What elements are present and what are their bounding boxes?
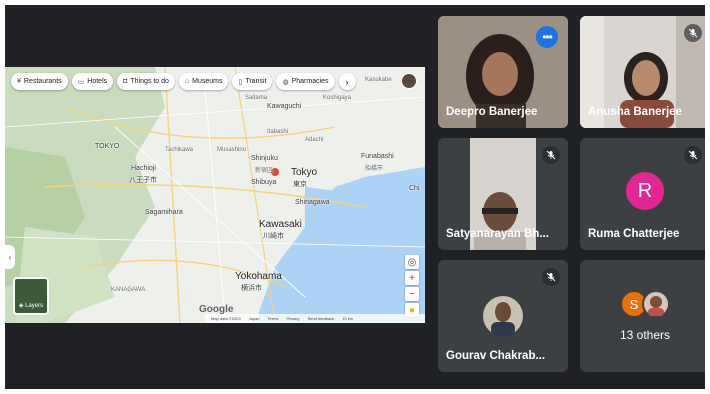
place-label: Yokohama	[235, 271, 282, 282]
zoom-controls: ◎ + − ●	[405, 255, 419, 317]
chip-transit[interactable]: ▯ Transit	[232, 73, 273, 90]
footer-link-feedback[interactable]: Send feedback	[308, 316, 335, 321]
presented-map[interactable]: ¥ Restaurants ▭ Hotels ◘ Things to do ⌂ Muse…	[5, 67, 425, 323]
place-label: Sagamihara	[145, 209, 183, 216]
map-scale: 10 km	[342, 316, 354, 321]
place-label: KANAGAWA	[111, 287, 146, 293]
participant-tile-satyanarayan[interactable]: Satyanarayan Bh...	[438, 138, 568, 250]
place-label: TOKYO	[95, 143, 120, 150]
others-count: 13 others	[619, 328, 671, 342]
mic-muted-icon	[542, 146, 560, 164]
place-label: Tachikawa	[165, 147, 194, 153]
crosshair-icon: ◎	[407, 256, 417, 268]
avatar: R	[626, 172, 664, 210]
chips-next-button[interactable]: ›	[338, 73, 356, 90]
museum-icon: ⌂	[184, 78, 190, 85]
place-label: Hachioji	[131, 165, 156, 172]
participant-tile-ruma[interactable]: R Ruma Chatterjee	[580, 138, 705, 250]
place-label: Shinjuku	[251, 155, 278, 162]
place-label: Koshigaya	[323, 95, 352, 101]
participant-tile-deepro[interactable]: ••• Deepro Banerjee	[438, 16, 568, 128]
others-tile[interactable]: S 13 others	[580, 260, 705, 372]
avatar	[642, 290, 670, 318]
map-footer: Map data ©2023 Japan Terms Privacy Send …	[205, 314, 425, 323]
more-dots-icon: •••	[542, 30, 553, 44]
map-category-chips: ¥ Restaurants ▭ Hotels ◘ Things to do ⌂ Muse…	[11, 73, 395, 91]
participant-name: Satyanarayan Bh...	[446, 228, 549, 240]
chip-museums[interactable]: ⌂ Museums	[178, 73, 229, 90]
place-label: Chi	[409, 185, 420, 192]
place-label: Adachi	[305, 137, 324, 143]
participant-name: Anusha Banerjee	[588, 106, 682, 118]
place-label: 船橋市	[365, 166, 384, 172]
map-account-avatar[interactable]	[401, 73, 417, 89]
place-label: 八王子市	[129, 177, 157, 184]
place-label: Kasukabe	[365, 77, 392, 83]
place-label: Tokyo	[291, 167, 318, 178]
more-options-button[interactable]: •••	[536, 26, 558, 48]
mic-muted-icon	[684, 24, 702, 42]
train-icon: ▯	[238, 78, 243, 86]
place-label: Shibuya	[251, 179, 277, 186]
place-label: Funabashi	[361, 153, 394, 160]
camera-icon: ◘	[123, 78, 128, 85]
layers-button[interactable]: ◈ Layers	[13, 277, 49, 315]
fork-knife-icon: ¥	[17, 78, 21, 85]
footer-link-terms[interactable]: Terms	[268, 316, 279, 321]
map-terrain	[5, 67, 425, 323]
others-avatars: S	[620, 290, 680, 320]
place-label: Saitama	[245, 95, 268, 101]
place-label: Musashino	[217, 147, 247, 153]
collapse-panel-button[interactable]: ‹	[5, 245, 15, 269]
participant-tile-anusha[interactable]: Anusha Banerjee	[580, 16, 705, 128]
chip-pharmacies[interactable]: ◍ Pharmacies	[276, 73, 335, 90]
bed-icon: ▭	[77, 78, 85, 86]
zoom-in-button[interactable]: +	[405, 271, 419, 285]
mic-muted-icon	[684, 146, 702, 164]
chip-hotels[interactable]: ▭ Hotels	[71, 73, 114, 90]
place-label: 東京	[293, 181, 307, 188]
my-location-button[interactable]: ◎	[405, 255, 419, 269]
participant-name: Ruma Chatterjee	[588, 228, 680, 240]
zoom-out-button[interactable]: −	[405, 287, 419, 301]
place-label: 川崎市	[263, 233, 284, 240]
place-label: Itabashi	[267, 129, 289, 135]
avatar	[483, 296, 523, 336]
chip-restaurants[interactable]: ¥ Restaurants	[11, 73, 68, 90]
footer-link-japan[interactable]: Japan	[249, 316, 260, 321]
place-label: Shinagawa	[295, 199, 330, 206]
place-label: 横浜市	[241, 285, 262, 292]
place-label: Kawaguchi	[267, 103, 302, 110]
footer-link-privacy[interactable]: Privacy	[286, 316, 299, 321]
pill-icon: ◍	[282, 78, 289, 86]
map-data-credit: Map data ©2023	[211, 316, 241, 321]
place-label: Kawasaki	[259, 219, 302, 230]
participant-tile-gourav[interactable]: Gourav Chakrab...	[438, 260, 568, 372]
participant-name: Deepro Banerjee	[446, 106, 538, 118]
meeting-stage: ¥ Restaurants ▭ Hotels ◘ Things to do ⌂ Muse…	[5, 5, 705, 389]
chip-things-to-do[interactable]: ◘ Things to do	[117, 73, 175, 90]
participant-name: Gourav Chakrab...	[446, 350, 546, 362]
place-label: 新宿区	[255, 168, 274, 174]
mic-muted-icon	[542, 268, 560, 286]
